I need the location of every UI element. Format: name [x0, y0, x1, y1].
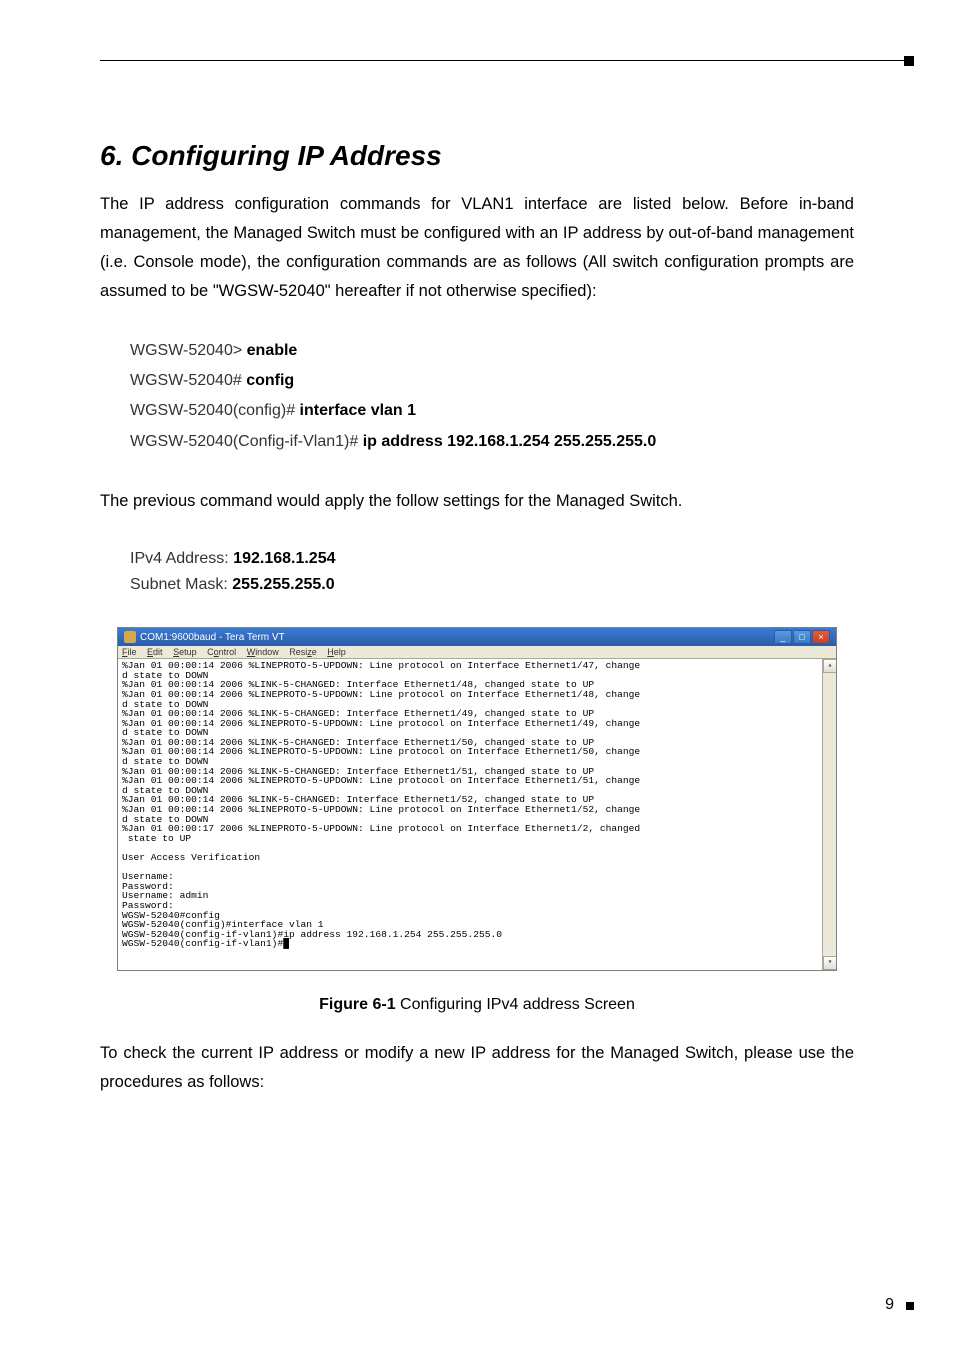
cmd-2: config — [246, 372, 294, 389]
page-content: 6. Configuring IP Address The IP address… — [0, 40, 954, 1097]
menu-window[interactable]: Window — [247, 647, 279, 657]
scroll-up-icon[interactable]: ▴ — [823, 659, 836, 673]
subnet-label: Subnet Mask: — [130, 576, 232, 593]
scroll-down-icon[interactable]: ▾ — [823, 956, 836, 970]
menu-control[interactable]: Control — [207, 647, 236, 657]
figure-label: Figure 6-1 — [319, 996, 395, 1013]
terminal-output: %Jan 01 00:00:14 2006 %LINEPROTO-5-UPDOW… — [122, 661, 832, 968]
terminal-title: COM1:9600baud - Tera Term VT — [140, 632, 285, 643]
prompt-1: WGSW-52040> — [130, 342, 247, 359]
minimize-icon[interactable]: _ — [774, 630, 792, 644]
menu-file[interactable]: File — [122, 647, 137, 657]
header-marker — [904, 56, 914, 66]
prompt-4: WGSW-52040(Config-if-Vlan1)# — [130, 433, 363, 450]
prompt-2: WGSW-52040# — [130, 372, 246, 389]
figure-caption: Figure 6-1 Configuring IPv4 address Scre… — [100, 996, 854, 1014]
window-controls: _ □ × — [774, 630, 830, 644]
menu-edit[interactable]: Edit — [147, 647, 163, 657]
page-number: 9 — [885, 1296, 894, 1314]
cmd-1: enable — [247, 342, 298, 359]
page-marker — [906, 1302, 914, 1310]
terminal-titlebar: COM1:9600baud - Tera Term VT _ □ × — [118, 628, 836, 646]
command-block: WGSW-52040> enable WGSW-52040# config WG… — [100, 326, 854, 468]
menu-help[interactable]: Help — [327, 647, 346, 657]
section-heading: 6. Configuring IP Address — [100, 140, 854, 172]
settings-block: IPv4 Address: 192.168.1.254 Subnet Mask:… — [100, 536, 854, 607]
ipv4-label: IPv4 Address: — [130, 550, 233, 567]
check-paragraph: To check the current IP address or modif… — [100, 1039, 854, 1097]
terminal-menubar: File Edit Setup Control Window Resize He… — [118, 646, 836, 659]
ipv4-value: 192.168.1.254 — [233, 550, 335, 567]
terminal-body: %Jan 01 00:00:14 2006 %LINEPROTO-5-UPDOW… — [118, 659, 836, 970]
prompt-3: WGSW-52040(config)# — [130, 402, 300, 419]
intro-paragraph: The IP address configuration commands fo… — [100, 190, 854, 306]
maximize-icon[interactable]: □ — [793, 630, 811, 644]
cmd-3: interface vlan 1 — [300, 402, 417, 419]
close-icon[interactable]: × — [812, 630, 830, 644]
menu-resize[interactable]: Resize — [289, 647, 317, 657]
subnet-value: 255.255.255.0 — [232, 576, 334, 593]
header-rule — [100, 60, 914, 61]
result-paragraph: The previous command would apply the fol… — [100, 487, 854, 516]
menu-setup[interactable]: Setup — [173, 647, 197, 657]
terminal-screenshot: COM1:9600baud - Tera Term VT _ □ × File … — [117, 627, 837, 971]
terminal-app-icon — [124, 631, 136, 643]
terminal-scrollbar[interactable]: ▴ ▾ — [822, 659, 836, 970]
figure-text: Configuring IPv4 address Screen — [396, 996, 635, 1013]
cmd-4: ip address 192.168.1.254 255.255.255.0 — [363, 433, 657, 450]
